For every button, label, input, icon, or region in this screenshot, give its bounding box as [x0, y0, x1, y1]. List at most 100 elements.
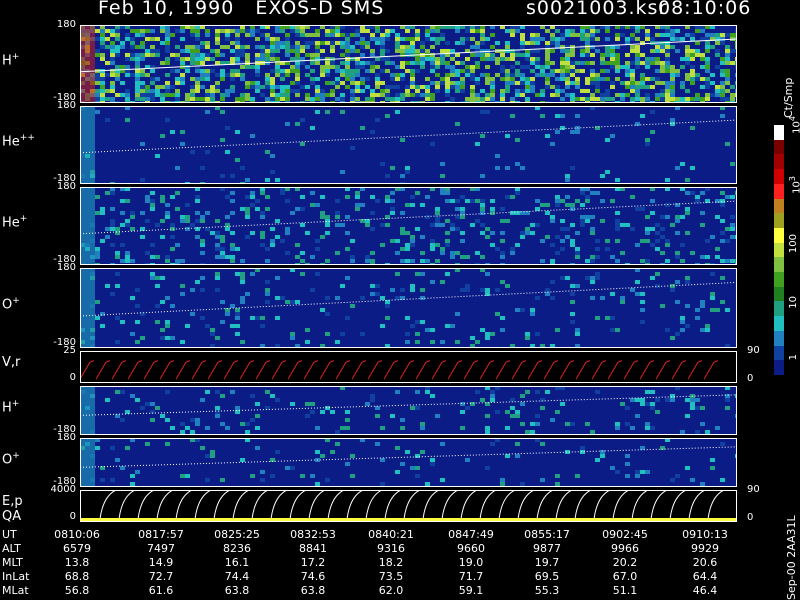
y2-tick-bottom: 0: [747, 373, 754, 384]
table-row-label: UT: [2, 528, 17, 541]
table-cell: 0902:45: [602, 528, 648, 541]
colorbar-segment: [774, 257, 784, 273]
panel-border: [80, 187, 737, 265]
table-cell: 16.1: [224, 556, 250, 569]
y2-tick-bottom: 0: [747, 512, 754, 523]
table-cell: 72.7: [148, 570, 174, 583]
colorbar-tick-label: 10: [788, 296, 799, 309]
table-cell: 0810:06: [54, 528, 100, 541]
table-cell: 0855:17: [524, 528, 570, 541]
table-cell: 6579: [63, 542, 91, 555]
table-cell: 17.2: [300, 556, 326, 569]
version-label: Sep-00 2AA31L: [785, 515, 798, 600]
table-cell: 14.9: [148, 556, 174, 569]
colorbar-segment: [774, 227, 784, 243]
table-cell: 18.2: [378, 556, 404, 569]
plot-time: 08:10:06: [658, 0, 752, 19]
table-cell: 19.7: [534, 556, 560, 569]
table-cell: 13.8: [64, 556, 90, 569]
panel-border: [80, 490, 737, 522]
colorbar-segment: [774, 272, 784, 287]
colorbar-segment: [774, 360, 784, 375]
colorbar-segment: [774, 301, 784, 317]
table-cell: 7497: [147, 542, 175, 555]
table-cell: 46.4: [692, 584, 718, 597]
table-cell: 19.0: [458, 556, 484, 569]
colorbar-segment: [774, 198, 784, 214]
table-cell: 20.2: [612, 556, 638, 569]
table-row-label: MLT: [2, 556, 23, 569]
colorbar-segment: [774, 154, 784, 170]
panel-border: [80, 438, 737, 487]
colorbar-segment: [774, 125, 784, 140]
table-cell: 8841: [299, 542, 327, 555]
colorbar-tick-label: 103: [788, 176, 800, 194]
table-cell: 64.4: [692, 570, 718, 583]
table-cell: 56.8: [64, 584, 90, 597]
colorbar-segment: [774, 316, 784, 331]
panel-border: [80, 25, 737, 103]
table-cell: 0817:57: [138, 528, 184, 541]
panel-label: E,p QA: [2, 494, 23, 524]
panel-label: He++: [2, 133, 35, 150]
y-tick-top: 25: [63, 345, 76, 356]
panel-label: V,r: [2, 355, 21, 370]
panel-label: He+: [2, 214, 28, 231]
colorbar-segment: [774, 169, 784, 184]
table-cell: 55.3: [534, 584, 560, 597]
plot-title: Feb 10, 1990 EXOS-D SMS: [98, 0, 385, 19]
y-tick-top: 180: [56, 19, 76, 30]
file-name: s0021003.ksr: [526, 0, 668, 19]
y-tick-top: 4000: [50, 484, 76, 495]
y-tick-top: 180: [56, 432, 76, 443]
table-cell: 0847:49: [448, 528, 494, 541]
table-cell: 51.1: [612, 584, 638, 597]
y-tick-bottom: 0: [69, 511, 76, 522]
table-cell: 69.5: [534, 570, 560, 583]
table-cell: 0910:13: [682, 528, 728, 541]
table-cell: 9966: [611, 542, 639, 555]
table-cell: 71.7: [458, 570, 484, 583]
table-cell: 63.8: [300, 584, 326, 597]
table-cell: 73.5: [378, 570, 404, 583]
panel-border: [80, 351, 737, 383]
colorbar-tick-label: 104: [788, 116, 800, 134]
table-cell: 74.6: [300, 570, 326, 583]
table-cell: 0840:21: [368, 528, 414, 541]
table-cell: 20.6: [692, 556, 718, 569]
table-cell: 62.0: [378, 584, 404, 597]
table-cell: 59.1: [458, 584, 484, 597]
table-cell: 9316: [377, 542, 405, 555]
table-cell: 0825:25: [214, 528, 260, 541]
table-cell: 63.8: [224, 584, 250, 597]
colorbar-segment: [774, 242, 784, 258]
ephemeris-table: UT 0810:06 0817:57 0825:25 0832:53 0840:21 084…: [0, 528, 770, 600]
table-cell: 68.8: [64, 570, 90, 583]
table-cell: 0832:53: [290, 528, 336, 541]
panel-border: [80, 106, 737, 184]
table-cell: 74.4: [224, 570, 250, 583]
table-row-label: MLat: [2, 584, 29, 597]
table-row-label: InLat: [2, 570, 30, 583]
colorbar-segment: [774, 183, 784, 199]
table-cell: 9877: [533, 542, 561, 555]
y2-tick-top: 90: [747, 484, 760, 495]
panel-border: [80, 268, 737, 348]
colorbar-tick-label: 100: [788, 234, 799, 254]
table-cell: 9660: [457, 542, 485, 555]
table-cell: 67.0: [612, 570, 638, 583]
panel-label: H+: [2, 52, 20, 69]
colorbar-segment: [774, 330, 784, 346]
y-tick-top: 180: [56, 181, 76, 192]
table-cell: 8236: [223, 542, 251, 555]
table-row-label: ALT: [2, 542, 21, 555]
y-tick-top: 180: [56, 262, 76, 273]
y2-tick-top: 90: [747, 345, 760, 356]
panel-label: O+: [2, 450, 20, 467]
table-cell: 61.6: [148, 584, 174, 597]
y-tick-top: 180: [56, 100, 76, 111]
colorbar-segment: [774, 345, 784, 361]
colorbar-segment: [774, 139, 784, 155]
colorbar-unit-label: Ct/Smp: [782, 77, 795, 118]
panel-label: H+: [2, 398, 20, 415]
